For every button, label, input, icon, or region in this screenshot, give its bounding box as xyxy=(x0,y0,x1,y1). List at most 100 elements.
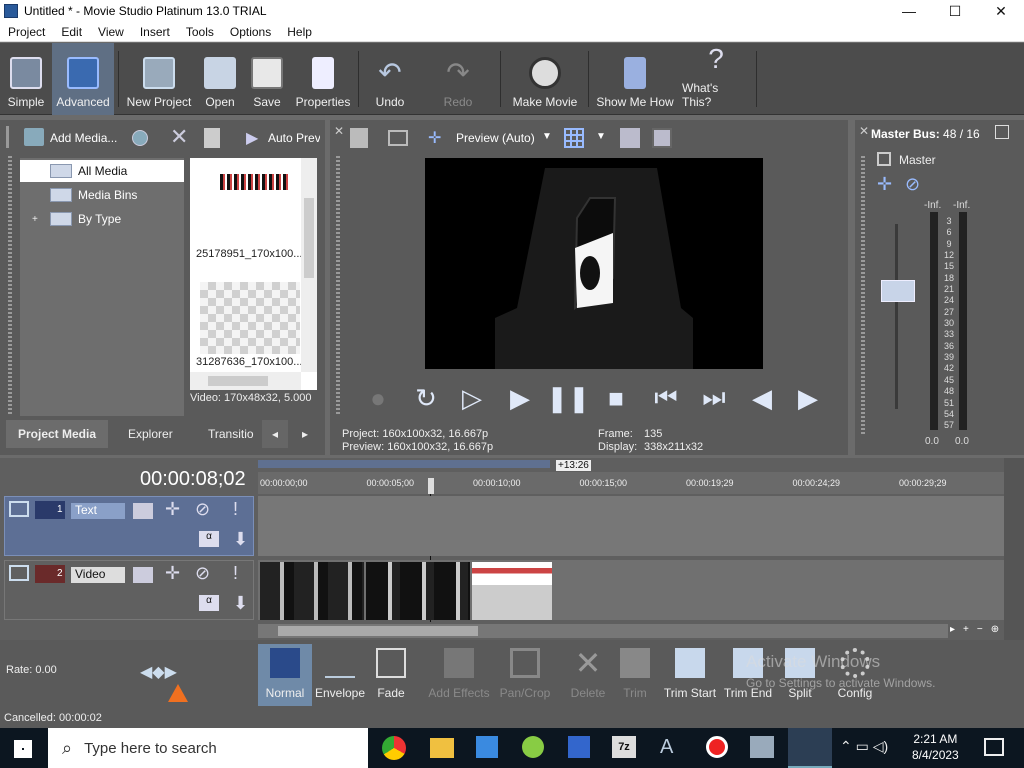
grid-icon[interactable] xyxy=(564,128,584,148)
track-mute-icon[interactable]: ⊘ xyxy=(195,499,210,520)
expand-icon[interactable]: + xyxy=(32,214,38,225)
menu-tools[interactable]: Tools xyxy=(178,25,222,39)
pause-button[interactable]: ❚❚ xyxy=(546,378,590,418)
play-from-start-button[interactable]: ▷ xyxy=(454,378,490,418)
tree-item-by-type[interactable]: + By Type xyxy=(20,208,121,230)
simple-button[interactable]: Simple xyxy=(2,43,50,115)
next-frame-button[interactable]: ▶ xyxy=(790,378,826,418)
tab-transitions[interactable]: Transitio xyxy=(208,420,256,448)
track-level-icon[interactable]: ⬇ xyxy=(233,593,248,614)
zoom-controls[interactable]: ▸+−⊕ xyxy=(950,624,1022,638)
track-properties-icon[interactable] xyxy=(133,567,153,583)
file-explorer-icon[interactable] xyxy=(430,738,454,758)
loop-region-bar[interactable] xyxy=(258,460,550,468)
rate-slider-thumb[interactable] xyxy=(168,684,188,702)
menu-view[interactable]: View xyxy=(90,25,132,39)
start-windows-icon[interactable] xyxy=(14,740,32,758)
timecode-display[interactable]: 00:00:08;02 xyxy=(140,468,246,491)
chevron-down-icon[interactable]: ▼ xyxy=(542,131,552,142)
preview-quality-dropdown[interactable]: Preview (Auto) xyxy=(456,131,535,145)
store-icon[interactable] xyxy=(476,736,498,758)
record-button[interactable]: ● xyxy=(360,378,396,418)
timeline-hscrollbar[interactable] xyxy=(258,624,948,638)
compositing-mode-icon[interactable]: α xyxy=(199,531,219,547)
taskbar-search-box[interactable]: ⌕ Type here to search xyxy=(48,728,368,768)
clock[interactable]: 2:21 AM 8/4/2023 xyxy=(912,731,959,763)
track-solo-icon[interactable]: ! xyxy=(233,563,238,584)
app-icon-a[interactable]: A xyxy=(660,736,673,759)
add-media-icon[interactable] xyxy=(24,128,44,146)
track-solo-icon[interactable]: ! xyxy=(233,499,238,520)
master-fx-icon[interactable] xyxy=(877,152,891,166)
track-lane-text[interactable] xyxy=(258,496,1004,556)
app-icon-green[interactable] xyxy=(522,736,544,758)
trim-button[interactable]: Trim xyxy=(612,644,658,706)
redo-button[interactable]: ↷ Redo xyxy=(436,43,480,115)
video-clip[interactable] xyxy=(366,562,470,620)
thumbnail-image[interactable] xyxy=(220,174,290,190)
track-name[interactable]: Text xyxy=(71,503,125,519)
envelope-tool-button[interactable]: Envelope xyxy=(314,644,366,706)
add-effects-button[interactable]: Add Effects xyxy=(424,644,494,706)
thumbs-scrollbar[interactable] xyxy=(301,158,317,372)
track-properties-icon[interactable] xyxy=(133,503,153,519)
video-clip[interactable] xyxy=(260,562,364,620)
auto-preview-button[interactable]: Auto Prev xyxy=(268,131,320,145)
save-button[interactable]: Save xyxy=(248,43,286,115)
save-snapshot-icon[interactable] xyxy=(652,128,672,148)
tray-icons[interactable]: ⌃ ▭ ◁) xyxy=(840,738,888,755)
media-properties-icon[interactable] xyxy=(204,128,220,148)
menu-help[interactable]: Help xyxy=(279,25,320,39)
active-app-movie-studio[interactable] xyxy=(788,728,832,768)
track-level-icon[interactable]: ⬇ xyxy=(233,529,248,550)
thumbs-hscrollbar[interactable] xyxy=(190,372,301,390)
rate-arrows-icon[interactable]: ◀◆▶ xyxy=(140,662,177,682)
playhead-marker[interactable] xyxy=(428,478,434,494)
make-movie-button[interactable]: Make Movie xyxy=(508,43,582,115)
track-header-video[interactable]: 2 Video ✛ ⊘ ! α ⬇ xyxy=(4,560,254,620)
track-header-text[interactable]: 1 Text ✛ ⊘ ! α ⬇ xyxy=(4,496,254,556)
time-ruler[interactable]: 00:00:00;00 00:00:05;00 00:00:10;00 00:00:1… xyxy=(258,472,1004,494)
normal-tool-button[interactable]: Normal xyxy=(258,644,312,706)
pan-crop-button[interactable]: Pan/Crop xyxy=(496,644,554,706)
minimize-button[interactable]: — xyxy=(886,0,932,22)
new-project-button[interactable]: New Project xyxy=(124,43,194,115)
track-mute-icon[interactable]: ⊘ xyxy=(195,563,210,584)
open-button[interactable]: Open xyxy=(200,43,240,115)
tab-scroll-left[interactable]: ◂ xyxy=(262,420,288,448)
go-to-end-button[interactable]: ⏭ xyxy=(696,378,732,418)
track-fx-icon[interactable]: ✛ xyxy=(165,563,180,584)
delete-button[interactable]: ✕ Delete xyxy=(566,644,610,706)
fade-tool-button[interactable]: Fade xyxy=(368,644,414,706)
close-panel-icon[interactable]: ✕ xyxy=(334,124,344,138)
insert-fx-icon[interactable]: ✛ xyxy=(877,174,892,195)
add-media-button[interactable]: Add Media... xyxy=(50,131,117,145)
track-fx-icon[interactable]: ✛ xyxy=(165,499,180,520)
copy-snapshot-icon[interactable] xyxy=(620,128,640,148)
track-lane-video[interactable] xyxy=(258,560,1004,620)
tab-explorer[interactable]: Explorer xyxy=(128,420,173,448)
tab-scroll-right[interactable]: ▸ xyxy=(292,420,318,448)
menu-insert[interactable]: Insert xyxy=(132,25,178,39)
chrome-icon[interactable] xyxy=(382,736,406,760)
7zip-icon[interactable]: 7z xyxy=(612,736,636,758)
menu-edit[interactable]: Edit xyxy=(53,25,90,39)
split-icon[interactable]: ✛ xyxy=(428,128,441,148)
maximize-button[interactable]: ☐ xyxy=(932,0,978,22)
timeline-vscrollbar[interactable] xyxy=(1004,458,1024,640)
chevron-down-icon[interactable]: ▼ xyxy=(596,131,606,142)
menu-options[interactable]: Options xyxy=(222,25,279,39)
show-me-how-button[interactable]: Show Me How xyxy=(594,43,676,115)
play-button[interactable]: ▶ xyxy=(502,378,538,418)
globe-icon[interactable] xyxy=(132,130,148,146)
track-collapse-icon[interactable] xyxy=(9,501,29,517)
track-collapse-icon[interactable] xyxy=(9,565,29,581)
auto-preview-icon[interactable]: ▶ xyxy=(246,128,258,148)
properties-button[interactable]: Properties xyxy=(294,43,352,115)
movie-studio-icon[interactable] xyxy=(750,736,774,758)
trim-start-button[interactable]: Trim Start xyxy=(662,644,718,706)
monitor-icon[interactable] xyxy=(388,130,408,146)
track-name[interactable]: Video xyxy=(71,567,125,583)
tab-project-media[interactable]: Project Media xyxy=(6,420,108,448)
menu-project[interactable]: Project xyxy=(0,25,53,39)
